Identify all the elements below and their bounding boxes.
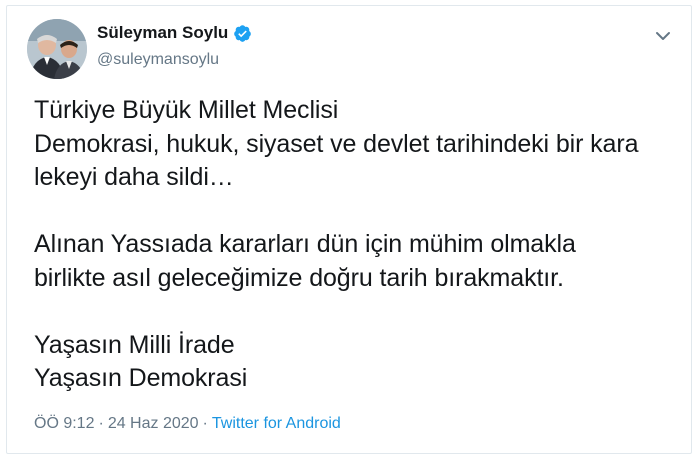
- tweet-paragraph-gap: [34, 195, 671, 229]
- author-name[interactable]: Süleyman Soylu: [97, 23, 228, 43]
- tweet-line: Yaşasın Demokrasi: [34, 364, 248, 392]
- tweet-paragraph-gap: [34, 295, 671, 329]
- tweet-line: Yaşasın Milli İrade: [34, 330, 235, 359]
- tweet-line: Demokrasi, hukuk, siyaset ve devlet tari…: [34, 129, 639, 158]
- tweet-card: Süleyman Soylu @suleymansoylu Türkiye Bü…: [6, 5, 692, 454]
- meta-separator: ·: [98, 415, 104, 432]
- tweet-date[interactable]: 24 Haz 2020: [108, 415, 199, 433]
- author-handle[interactable]: @suleymansoylu: [97, 51, 219, 69]
- tweet-time[interactable]: ÖÖ 9:12: [34, 415, 94, 433]
- tweet-line: Alınan Yassıada kararları dün için mühim…: [34, 230, 576, 258]
- meta-separator: ·: [202, 415, 208, 432]
- verified-badge-icon: [234, 24, 252, 42]
- avatar-image: [27, 19, 87, 79]
- chevron-down-icon[interactable]: [653, 26, 673, 46]
- tweet-source-link[interactable]: Twitter for Android: [212, 415, 341, 433]
- author-row: Süleyman Soylu: [97, 23, 252, 43]
- tweet-meta: ÖÖ 9:12 · 24 Haz 2020 · Twitter for Andr…: [34, 415, 341, 433]
- tweet-line: birlikte asıl geleceğimize doğru tarih b…: [34, 263, 564, 292]
- tweet-text: Türkiye Büyük Millet Meclisi Demokrasi, …: [34, 94, 671, 396]
- tweet-line: lekeyi daha sildi…: [34, 163, 234, 191]
- tweet-line: Türkiye Büyük Millet Meclisi: [34, 96, 339, 124]
- avatar[interactable]: [27, 19, 87, 79]
